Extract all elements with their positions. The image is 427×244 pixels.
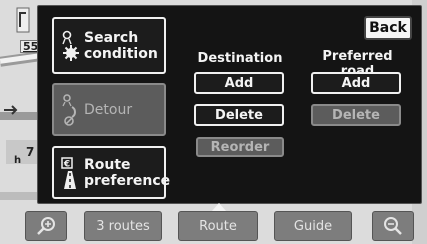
navigation-screen: 55 7 h Back Search condition Detour € Ro… bbox=[0, 0, 427, 244]
gear-settings-icon bbox=[62, 30, 79, 61]
route-tab-button[interactable]: Route bbox=[178, 211, 258, 241]
map-street-label: h bbox=[14, 155, 22, 166]
detour-label: Detour bbox=[84, 101, 133, 118]
preferred-road-delete-label: Delete bbox=[332, 107, 380, 123]
destination-delete-button[interactable]: Delete bbox=[194, 104, 284, 126]
preferred-road-delete-button[interactable]: Delete bbox=[311, 104, 401, 126]
map-north-marker-icon bbox=[16, 7, 30, 33]
back-button[interactable]: Back bbox=[364, 16, 412, 40]
guide-label: Guide bbox=[293, 218, 333, 234]
destination-reorder-label: Reorder bbox=[210, 139, 270, 155]
zoom-in-icon bbox=[37, 217, 55, 235]
routes-button[interactable]: 3 routes bbox=[84, 211, 162, 241]
route-label: Route bbox=[199, 218, 237, 234]
route-preference-button[interactable]: € Route preference bbox=[52, 146, 170, 199]
preferred-road-add-button[interactable]: Add bbox=[311, 72, 401, 94]
zoom-in-button[interactable] bbox=[25, 211, 67, 241]
destination-add-button[interactable]: Add bbox=[194, 72, 284, 94]
detour-button[interactable]: Detour bbox=[52, 83, 166, 136]
destination-delete-label: Delete bbox=[215, 107, 263, 123]
search-condition-line1: Search bbox=[84, 29, 139, 46]
guide-button[interactable]: Guide bbox=[274, 211, 352, 241]
map-route-number: 7 bbox=[26, 145, 35, 159]
route-road-icon: € bbox=[61, 156, 76, 189]
destination-reorder-button[interactable]: Reorder bbox=[196, 137, 284, 157]
route-preference-line2: preference bbox=[84, 172, 171, 189]
route-tab-pointer bbox=[212, 203, 226, 211]
destination-heading: Destination bbox=[197, 51, 283, 66]
svg-text:€: € bbox=[63, 159, 70, 169]
zoom-out-button[interactable] bbox=[372, 211, 414, 241]
search-condition-button[interactable]: Search condition bbox=[52, 17, 166, 74]
back-button-label: Back bbox=[369, 20, 407, 36]
search-condition-line2: condition bbox=[84, 45, 158, 62]
routes-label: 3 routes bbox=[96, 218, 150, 234]
zoom-out-icon bbox=[384, 217, 402, 235]
route-preference-line1: Route bbox=[84, 156, 131, 173]
map-direction-icon bbox=[4, 105, 18, 115]
destination-add-label: Add bbox=[224, 75, 254, 91]
detour-route-icon bbox=[62, 93, 76, 126]
preferred-road-add-label: Add bbox=[341, 75, 371, 91]
